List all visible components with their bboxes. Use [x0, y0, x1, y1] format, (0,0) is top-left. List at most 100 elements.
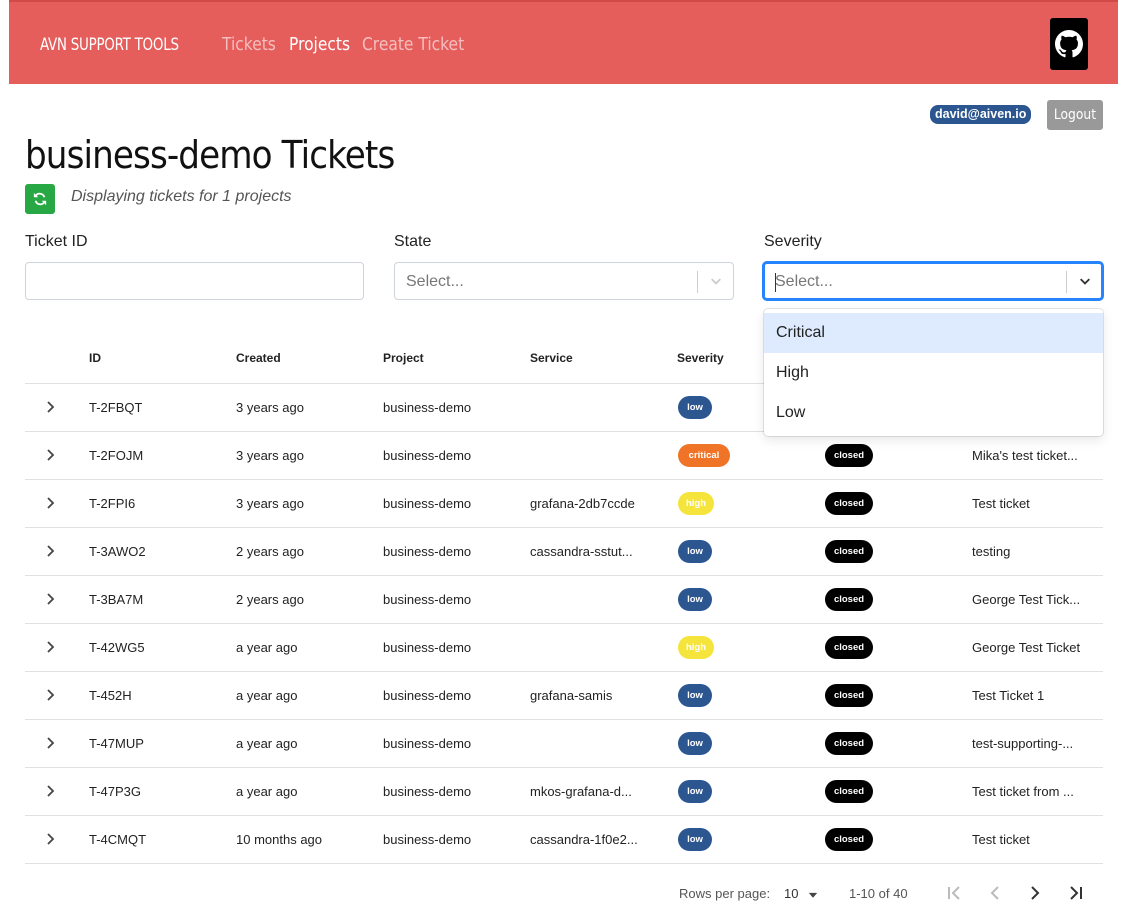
state-separator	[697, 271, 698, 293]
severity-menu: Critical High Low	[764, 309, 1103, 436]
severity-badge: critical	[678, 444, 730, 467]
cell-description: test-supporting-...	[972, 736, 1074, 751]
chevron-right-icon[interactable]	[43, 448, 57, 462]
chevron-right-icon[interactable]	[43, 544, 57, 558]
github-icon	[1055, 30, 1083, 58]
table-row[interactable]: T-452H a year ago business-demo grafana-sam…	[25, 672, 1103, 720]
chevron-down-icon[interactable]	[1076, 273, 1094, 291]
state-badge: closed	[825, 732, 873, 755]
chevron-down-icon[interactable]	[707, 273, 725, 291]
state-badge: closed	[825, 588, 873, 611]
pagination-range: 1-10 of 40	[849, 886, 908, 901]
severity-option-critical[interactable]: Critical	[764, 313, 1103, 353]
cell-id: T-4CMQT	[89, 832, 147, 847]
chevron-down-icon	[808, 892, 818, 898]
severity-badge: low	[678, 780, 712, 803]
cell-id: T-2FPI6	[89, 496, 136, 511]
table-row[interactable]: T-47P3G a year ago business-demo mkos-grafa…	[25, 768, 1103, 816]
page-title: business-demo Tickets	[25, 133, 395, 177]
state-badge: closed	[825, 444, 873, 467]
refresh-icon	[33, 192, 47, 206]
chevron-right-icon[interactable]	[43, 688, 57, 702]
col-severity[interactable]: Severity	[677, 351, 724, 365]
cell-description: George Test Ticket	[972, 640, 1081, 655]
last-page-icon[interactable]	[1065, 884, 1085, 902]
cell-created: 3 years ago	[236, 496, 304, 511]
rows-per-page-value: 10	[784, 886, 799, 901]
rows-per-page-select[interactable]: 10	[784, 884, 824, 904]
severity-badge: high	[678, 492, 714, 515]
chevron-right-icon[interactable]	[43, 592, 57, 606]
cell-id: T-3AWO2	[89, 544, 146, 559]
chevron-right-icon[interactable]	[43, 736, 57, 750]
state-select[interactable]: Select...	[394, 262, 734, 300]
state-placeholder: Select...	[406, 273, 464, 290]
table-row[interactable]: T-42WG5 a year ago business-demo high closed…	[25, 624, 1103, 672]
table-row[interactable]: T-4CMQT 10 months ago business-demo cassand…	[25, 816, 1103, 864]
cell-created: 10 months ago	[236, 832, 323, 847]
state-badge: closed	[825, 780, 873, 803]
cell-description: Test ticket	[972, 832, 1030, 847]
cell-description: Test ticket from ...	[972, 784, 1074, 799]
severity-select[interactable]: Select...	[763, 262, 1103, 300]
state-badge: closed	[825, 684, 873, 707]
table-row[interactable]: T-3BA7M 2 years ago business-demo low closed…	[25, 576, 1103, 624]
page-subtitle: Displaying tickets for 1 projects	[71, 188, 292, 205]
cell-service: cassandra-1f0e2...	[530, 832, 638, 847]
cell-project: business-demo	[383, 592, 472, 607]
chevron-right-icon[interactable]	[43, 784, 57, 798]
github-link[interactable]	[1050, 18, 1088, 70]
chevron-right-icon[interactable]	[43, 640, 57, 654]
chevron-right-icon[interactable]	[43, 496, 57, 510]
table-row[interactable]: T-2FOJM 3 years ago business-demo critical c…	[25, 432, 1103, 480]
cell-id: T-3BA7M	[89, 592, 144, 607]
cell-id: T-42WG5	[89, 640, 145, 655]
table-row[interactable]: T-47MUP a year ago business-demo low closed t…	[25, 720, 1103, 768]
cell-created: a year ago	[236, 640, 298, 655]
cell-project: business-demo	[383, 736, 472, 751]
navbar: AVN SUPPORT TOOLS Tickets Projects Creat…	[9, 0, 1118, 84]
severity-badge: low	[678, 540, 712, 563]
state-label: State	[394, 233, 432, 250]
col-created[interactable]: Created	[236, 351, 281, 365]
col-id[interactable]: ID	[89, 351, 101, 365]
first-page-icon[interactable]	[945, 884, 965, 902]
nav-tickets[interactable]: Tickets	[222, 34, 276, 55]
cell-created: 2 years ago	[236, 544, 304, 559]
cell-project: business-demo	[383, 448, 472, 463]
col-service[interactable]: Service	[530, 351, 573, 365]
chevron-right-icon[interactable]	[43, 832, 57, 846]
severity-option-high[interactable]: High	[764, 353, 1103, 393]
severity-label: Severity	[764, 233, 822, 250]
ticket-id-input[interactable]	[25, 262, 364, 300]
severity-placeholder: Select...	[775, 273, 833, 290]
severity-option-low[interactable]: Low	[764, 393, 1103, 433]
cell-project: business-demo	[383, 400, 472, 415]
state-badge: closed	[825, 636, 873, 659]
cell-created: a year ago	[236, 688, 298, 703]
prev-page-icon[interactable]	[986, 884, 1004, 902]
cell-description: George Test Tick...	[972, 592, 1081, 607]
nav-projects[interactable]: Projects	[289, 34, 350, 55]
severity-badge: low	[678, 828, 712, 851]
user-email-badge: david@aiven.io	[930, 105, 1032, 124]
next-page-icon[interactable]	[1026, 884, 1044, 902]
cell-project: business-demo	[383, 688, 472, 703]
cell-created: a year ago	[236, 736, 298, 751]
refresh-button[interactable]	[25, 184, 55, 214]
severity-badge: low	[678, 588, 712, 611]
table-row[interactable]: T-3AWO2 2 years ago business-demo cassandra…	[25, 528, 1103, 576]
cell-id: T-2FBQT	[89, 400, 143, 415]
brand[interactable]: AVN SUPPORT TOOLS	[40, 35, 179, 55]
state-badge: closed	[825, 492, 873, 515]
rows-per-page-label: Rows per page:	[679, 886, 771, 901]
severity-badge: low	[678, 732, 712, 755]
cell-project: business-demo	[383, 784, 472, 799]
logout-button[interactable]: Logout	[1047, 100, 1103, 130]
nav-create-ticket[interactable]: Create Ticket	[362, 34, 464, 55]
cell-project: business-demo	[383, 640, 472, 655]
table-row[interactable]: T-2FPI6 3 years ago business-demo grafana-2…	[25, 480, 1103, 528]
col-project[interactable]: Project	[383, 351, 424, 365]
chevron-right-icon[interactable]	[43, 400, 57, 414]
state-badge: closed	[825, 828, 873, 851]
